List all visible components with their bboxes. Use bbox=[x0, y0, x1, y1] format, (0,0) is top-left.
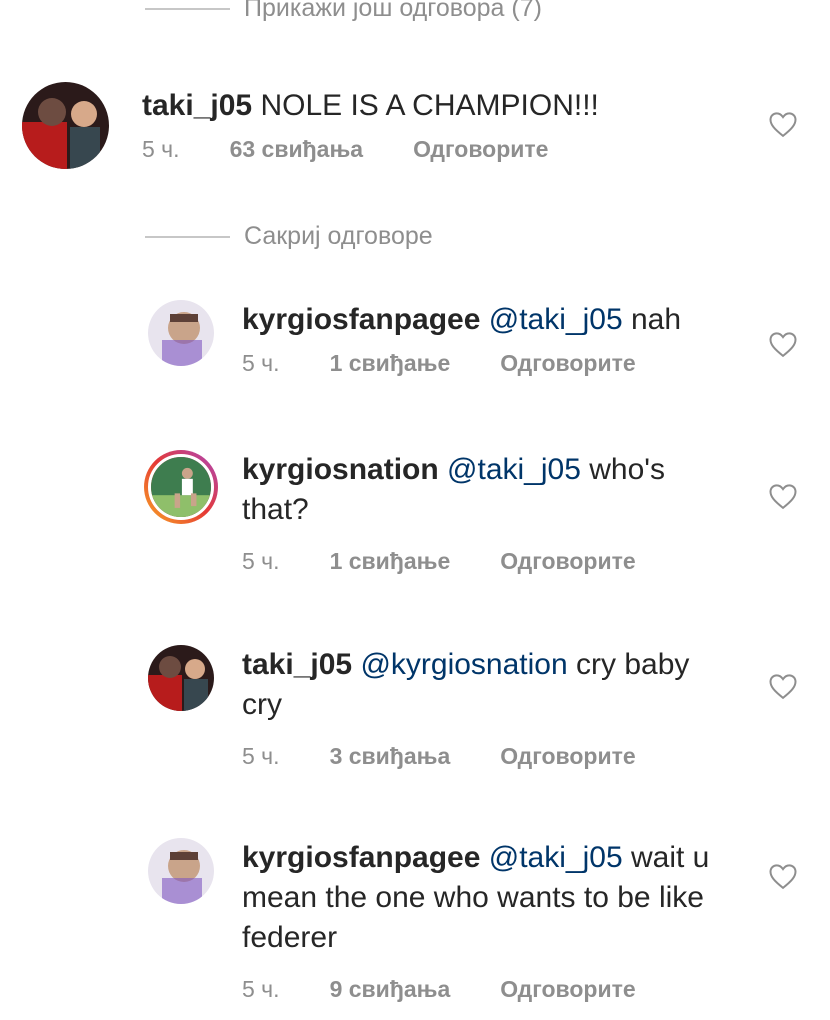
comment-username[interactable]: taki_j05 bbox=[142, 89, 252, 122]
comment-username[interactable]: taki_j05 bbox=[242, 648, 352, 681]
comment-time: 5 ч. bbox=[142, 136, 180, 162]
comment-meta: 5 ч. 63 свиђања Одговорите bbox=[142, 136, 599, 163]
hide-replies-label: Сакриј одговоре bbox=[244, 222, 433, 250]
comment-meta: 5 ч. 1 свиђање Одговорите bbox=[242, 350, 686, 377]
avatar[interactable] bbox=[148, 838, 214, 904]
comment-meta: 5 ч. 1 свиђање Одговорите bbox=[242, 548, 712, 575]
divider-line bbox=[145, 235, 230, 238]
avatar-photo bbox=[148, 300, 214, 366]
reply-comment: taki_j05 @kyrgiosnation cry baby cry 5 ч… bbox=[148, 645, 748, 770]
comment-time: 5 ч. bbox=[242, 976, 280, 1002]
comment-likes[interactable]: 63 свиђања bbox=[230, 136, 364, 163]
reply-button[interactable]: Одговорите bbox=[500, 548, 635, 575]
comment-meta: 5 ч. 3 свиђања Одговорите bbox=[242, 743, 712, 770]
comment-mention[interactable]: @taki_j05 bbox=[489, 841, 623, 874]
comment-username[interactable]: kyrgiosfanpagee bbox=[242, 303, 480, 336]
heart-outline-icon[interactable] bbox=[768, 862, 798, 890]
comment-mention[interactable]: @taki_j05 bbox=[447, 453, 581, 486]
comment-text: taki_j05 NOLE IS A CHAMPION!!! bbox=[142, 86, 599, 126]
heart-outline-icon[interactable] bbox=[768, 110, 798, 138]
comment-mention[interactable]: @taki_j05 bbox=[489, 303, 623, 336]
avatar[interactable] bbox=[148, 645, 214, 711]
comment-time: 5 ч. bbox=[242, 350, 280, 376]
divider-line bbox=[145, 7, 230, 10]
show-more-replies-label: Прикажи још одговора (7) bbox=[244, 0, 542, 22]
comment-time: 5 ч. bbox=[242, 548, 280, 574]
avatar-photo bbox=[151, 457, 211, 517]
comment-username[interactable]: kyrgiosnation bbox=[242, 453, 439, 486]
comment-time: 5 ч. bbox=[242, 743, 280, 769]
avatar[interactable] bbox=[148, 300, 214, 366]
heart-outline-icon[interactable] bbox=[768, 672, 798, 700]
comment-likes[interactable]: 3 свиђања bbox=[330, 743, 451, 770]
comment-text: kyrgiosfanpagee @taki_j05 wait u mean th… bbox=[242, 838, 712, 958]
heart-outline-icon[interactable] bbox=[768, 482, 798, 510]
comment-body: nah bbox=[630, 303, 682, 336]
comment-likes[interactable]: 1 свиђање bbox=[330, 548, 451, 575]
avatar-photo bbox=[148, 838, 214, 904]
reply-button[interactable]: Одговорите bbox=[500, 743, 635, 770]
reply-comment: kyrgiosnation @taki_j05 who's that? 5 ч.… bbox=[144, 450, 744, 575]
avatar-photo bbox=[22, 82, 109, 169]
comment: taki_j05 NOLE IS A CHAMPION!!! 5 ч. 63 с… bbox=[22, 82, 782, 169]
reply-button[interactable]: Одговорите bbox=[500, 350, 635, 377]
comment-text: kyrgiosfanpagee @taki_j05 nah bbox=[242, 300, 686, 340]
avatar[interactable] bbox=[144, 450, 218, 524]
hide-replies[interactable]: Сакриј одговоре bbox=[145, 222, 433, 251]
reply-comment: kyrgiosfanpagee @taki_j05 nah 5 ч. 1 сви… bbox=[148, 300, 748, 377]
comment-text: kyrgiosnation @taki_j05 who's that? bbox=[242, 450, 712, 530]
reply-button[interactable]: Одговорите bbox=[500, 976, 635, 1003]
comment-mention[interactable]: @kyrgiosnation bbox=[360, 648, 567, 681]
reply-button[interactable]: Одговорите bbox=[413, 136, 548, 163]
reply-comment: kyrgiosfanpagee @taki_j05 wait u mean th… bbox=[148, 838, 748, 1003]
comment-likes[interactable]: 1 свиђање bbox=[330, 350, 451, 377]
show-more-replies[interactable]: Прикажи још одговора (7) bbox=[145, 0, 542, 23]
comment-likes[interactable]: 9 свиђања bbox=[330, 976, 451, 1003]
comment-meta: 5 ч. 9 свиђања Одговорите bbox=[242, 976, 712, 1003]
avatar[interactable] bbox=[22, 82, 109, 169]
comment-text: taki_j05 @kyrgiosnation cry baby cry bbox=[242, 645, 712, 725]
avatar-photo bbox=[148, 645, 214, 711]
comment-username[interactable]: kyrgiosfanpagee bbox=[242, 841, 480, 874]
heart-outline-icon[interactable] bbox=[768, 330, 798, 358]
comment-body: NOLE IS A CHAMPION!!! bbox=[260, 89, 599, 122]
